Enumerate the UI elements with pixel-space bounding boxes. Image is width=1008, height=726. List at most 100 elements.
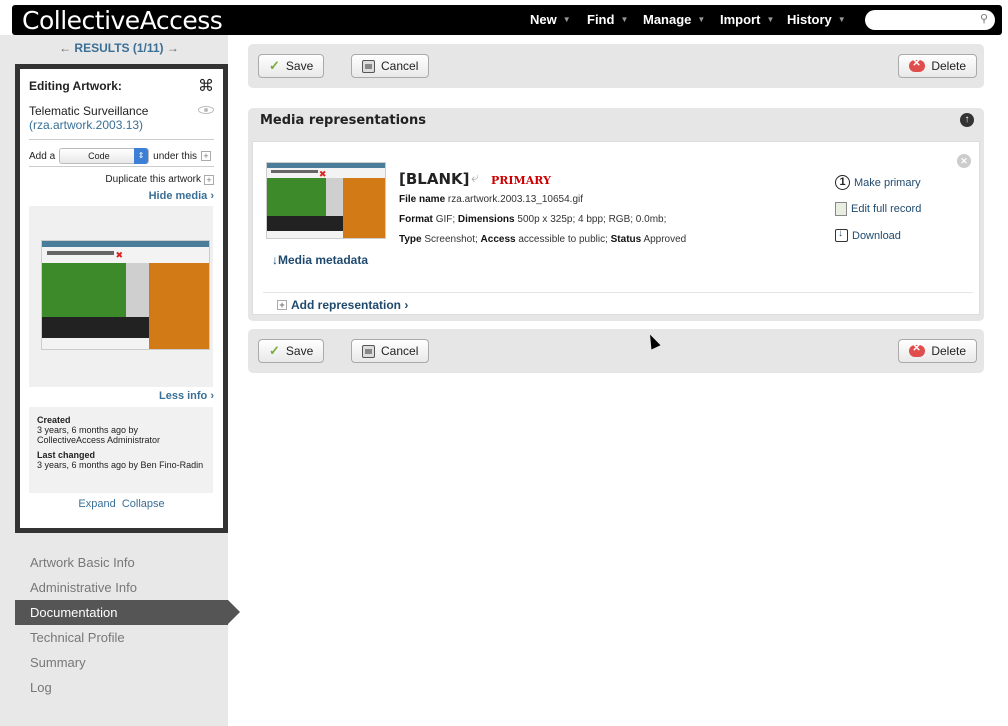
primary-badge: PRIMARY <box>491 174 551 187</box>
divider <box>29 139 214 140</box>
representation-item: ✖ [BLANK] ⤶ PRIMARY File name rza.artwor… <box>252 141 980 315</box>
less-info-link[interactable]: Less info › <box>159 390 214 402</box>
chevron-down-icon: ▼ <box>697 15 706 24</box>
save-label: Save <box>285 344 314 358</box>
created-value: 3 years, 6 months ago by CollectiveAcces… <box>37 425 161 445</box>
number-one-icon: 1 <box>835 175 850 190</box>
media-heading: Media representations <box>260 113 426 128</box>
save-label: Save <box>285 59 314 73</box>
nav-item-technical-profile[interactable]: Technical Profile <box>15 625 228 650</box>
menu-history-label: History <box>787 12 832 27</box>
media-metadata-link[interactable]: ↓Media metadata <box>272 253 368 267</box>
top-toolbar: ✓ Save Cancel Delete <box>248 44 984 88</box>
media-representations-panel: Media representations ↑ ✖ [BLANK] ⤶ PRIM… <box>248 108 984 321</box>
nav-item-log[interactable]: Log <box>15 675 228 700</box>
add-child-button[interactable]: + <box>201 151 212 161</box>
chevron-down-icon: ▼ <box>620 15 629 24</box>
format-label: Format <box>399 214 433 225</box>
menu-history[interactable]: History ▼ <box>787 12 846 27</box>
download-icon <box>835 228 848 242</box>
record-id[interactable]: (rza.artwork.2003.13) <box>29 118 143 132</box>
nav-item-administrative-info[interactable]: Administrative Info <box>15 575 228 600</box>
cancel-button[interactable]: Cancel <box>351 54 430 78</box>
child-type-select[interactable]: Code ⇕ <box>59 148 150 164</box>
results-nav: ← RESULTS (1/11) → <box>14 41 224 55</box>
menu-find[interactable]: Find ▼ <box>587 12 628 27</box>
record-name: Telematic Surveillance <box>29 104 149 118</box>
menu-find-label: Find <box>587 12 615 27</box>
type-label: Type <box>399 234 422 245</box>
search-icon[interactable]: ⚲ <box>980 12 988 25</box>
duplicate-button[interactable]: + <box>204 174 214 185</box>
expand-link[interactable]: Expand <box>78 498 115 510</box>
cancel-button[interactable]: Cancel <box>351 339 430 363</box>
app-logo[interactable]: CollectiveAccess <box>22 6 223 35</box>
delete-icon <box>909 343 926 357</box>
menu-new-label: New <box>530 12 557 27</box>
chevron-down-icon: ▼ <box>766 15 775 24</box>
duplicate-label: Duplicate this artwork <box>105 174 201 185</box>
collapse-up-icon[interactable]: ↑ <box>960 113 974 127</box>
format-value: GIF; <box>435 214 456 225</box>
nav-item-artwork-basic-info[interactable]: Artwork Basic Info <box>15 550 228 575</box>
check-icon: ✓ <box>269 58 280 73</box>
file-name-label: File name <box>399 194 446 205</box>
check-icon: ✓ <box>269 343 280 358</box>
select-arrows-icon: ⇕ <box>134 148 149 164</box>
make-primary-label: Make primary <box>854 176 921 189</box>
screen-nav: Artwork Basic Info Administrative Info D… <box>15 550 240 700</box>
top-bar: CollectiveAccess New ▼ Find ▼ Manage ▼ Impo… <box>12 5 1002 35</box>
menu-manage[interactable]: Manage ▼ <box>643 12 705 27</box>
changed-value: 3 years, 6 months ago by Ben Fino-Radin <box>37 460 204 470</box>
media-thumbnail[interactable]: ✖ <box>41 240 210 350</box>
divider <box>263 292 973 293</box>
file-name-value: rza.artwork.2003.13_10654.gif <box>447 194 584 205</box>
next-result-arrow[interactable]: → <box>167 41 179 55</box>
format-line: Format GIF; Dimensions 500p x 325p; 4 bp… <box>399 214 666 225</box>
cancel-label: Cancel <box>381 59 419 73</box>
representation-thumbnail[interactable]: ✖ <box>266 162 386 239</box>
menu-new[interactable]: New ▼ <box>530 12 571 27</box>
record-history: Created 3 years, 6 months ago by Collect… <box>29 407 213 493</box>
delete-button[interactable]: Delete <box>898 339 977 363</box>
add-representation-link[interactable]: + Add representation › <box>277 298 408 312</box>
media-preview[interactable]: ✖ <box>29 206 213 387</box>
cancel-icon <box>362 59 375 73</box>
search-input[interactable]: ⚲ <box>865 10 995 30</box>
save-button[interactable]: ✓ Save <box>258 54 325 78</box>
add-child-row: Add a Code ⇕ under this + <box>29 148 212 164</box>
status-label: Status <box>610 234 642 245</box>
created-label: Created <box>37 415 71 425</box>
delete-button[interactable]: Delete <box>898 54 977 78</box>
add-a-label: Add a <box>29 150 56 162</box>
child-type-value: Code <box>88 151 110 161</box>
download-action[interactable]: Download <box>835 228 901 242</box>
command-icon[interactable]: ⌘ <box>198 76 214 96</box>
remove-icon[interactable]: ✕ <box>957 154 971 168</box>
menu-import[interactable]: Import ▼ <box>720 12 774 27</box>
file-name-line: File name rza.artwork.2003.13_10654.gif <box>399 194 583 205</box>
save-button[interactable]: ✓ Save <box>258 339 325 363</box>
edit-full-record-action[interactable]: Edit full record <box>835 202 921 216</box>
access-value: accessible to public; <box>518 234 608 245</box>
nav-item-documentation[interactable]: Documentation <box>15 600 240 625</box>
make-primary-action[interactable]: 1 Make primary <box>835 175 921 190</box>
prev-result-arrow[interactable]: ← <box>59 41 71 55</box>
inspector-title: Editing Artwork: <box>29 79 122 93</box>
nav-item-summary[interactable]: Summary <box>15 650 228 675</box>
primary-mark-icon: ⤶ <box>471 169 479 185</box>
collapse-link[interactable]: Collapse <box>122 498 165 510</box>
delete-icon <box>909 58 926 72</box>
changed-label: Last changed <box>37 450 96 460</box>
type-value: Screenshot; <box>424 234 478 245</box>
hide-media-link[interactable]: Hide media › <box>149 190 214 202</box>
menu-import-label: Import <box>720 12 761 27</box>
eye-icon[interactable] <box>198 106 214 114</box>
results-label[interactable]: RESULTS (1/11) <box>74 41 163 55</box>
inspector-panel: Editing Artwork: ⌘ Telematic Surveillanc… <box>15 64 228 533</box>
expand-collapse: Expand Collapse <box>20 498 223 510</box>
edit-full-record-label: Edit full record <box>851 203 922 215</box>
plus-icon: + <box>277 300 287 310</box>
add-representation-label: Add representation › <box>291 298 409 312</box>
cancel-label: Cancel <box>381 344 419 358</box>
